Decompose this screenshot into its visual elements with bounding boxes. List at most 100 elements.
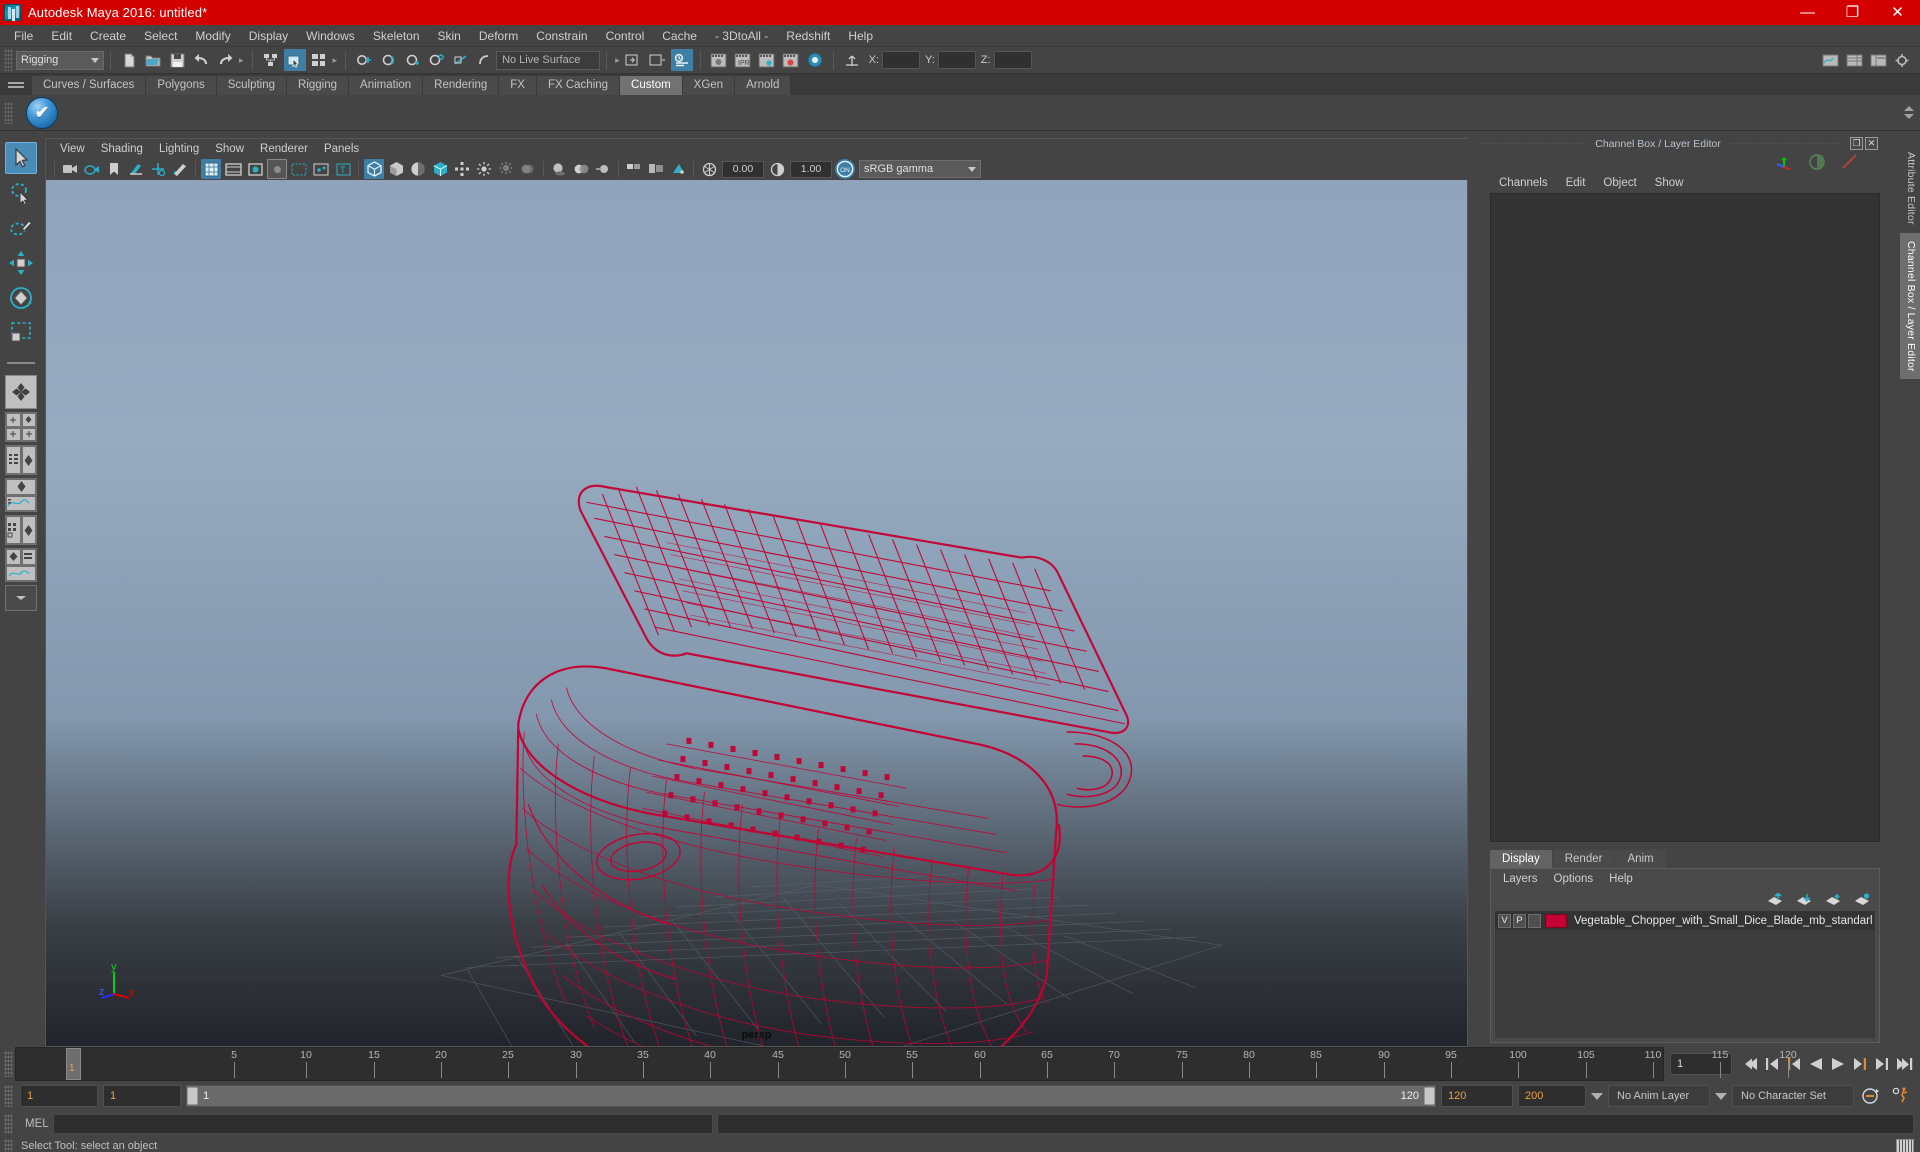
shelf-tab-custom[interactable]: Custom: [620, 76, 683, 95]
menuset-mode-selector[interactable]: Rigging: [16, 50, 104, 70]
range-slider-grip[interactable]: [4, 1085, 13, 1107]
select-by-hierarchy-icon[interactable]: [260, 49, 282, 71]
select-by-component-icon[interactable]: [308, 49, 330, 71]
redo-icon[interactable]: [214, 49, 236, 71]
statusline-grip[interactable]: [4, 49, 13, 71]
shelf-tab-xgen[interactable]: XGen: [682, 76, 736, 95]
open-scene-icon[interactable]: [142, 49, 164, 71]
menu-control[interactable]: Control: [597, 27, 654, 45]
maximize-button[interactable]: ❐: [1830, 0, 1875, 25]
channelbox-menu-show[interactable]: Show: [1646, 176, 1693, 190]
shelf-tab-curves-surfaces[interactable]: Curves / Surfaces: [32, 76, 147, 95]
attribute-editor-icon[interactable]: [670, 49, 693, 71]
toolbar-collapse-arrow[interactable]: ▸: [333, 55, 338, 66]
animation-preferences-icon[interactable]: [1888, 1087, 1912, 1105]
toolbar-collapse-arrow[interactable]: ▸: [615, 55, 620, 66]
viewport-menu-panels[interactable]: Panels: [316, 142, 367, 156]
menu-skeleton[interactable]: Skeleton: [364, 27, 429, 45]
gate-mask-icon[interactable]: [267, 159, 287, 179]
y-coord-input[interactable]: [937, 51, 976, 69]
show-hide-tool-settings-icon[interactable]: [1891, 49, 1913, 71]
layer-menu-help[interactable]: Help: [1601, 872, 1641, 886]
minimize-button[interactable]: —: [1785, 0, 1830, 25]
undo-icon[interactable]: [190, 49, 212, 71]
snap-to-grid-icon[interactable]: [353, 49, 375, 71]
outliner-persp-layout[interactable]: [5, 445, 37, 475]
camera-attributes-icon[interactable]: [82, 159, 102, 179]
use-all-lights-icon[interactable]: [518, 159, 538, 179]
motion-blur-icon[interactable]: [593, 159, 613, 179]
ipr-render-icon[interactable]: IPR: [732, 49, 754, 71]
channelbox-menu-edit[interactable]: Edit: [1557, 176, 1595, 190]
anim-layer-dropdown-arrow[interactable]: [1591, 1092, 1603, 1100]
command-language-label[interactable]: MEL: [17, 1118, 49, 1130]
wireframe-shading-icon[interactable]: [364, 159, 384, 179]
xray-icon[interactable]: [452, 159, 472, 179]
menu-create[interactable]: Create: [81, 27, 135, 45]
z-coord-input[interactable]: [993, 51, 1032, 69]
pencil-icon[interactable]: [1840, 153, 1860, 171]
layer-row[interactable]: V P Vegetable_Chopper_with_Small_Dice_Bl…: [1495, 911, 1875, 930]
scale-tool[interactable]: [5, 317, 37, 349]
layer-visibility-toggle[interactable]: V: [1498, 913, 1511, 928]
viewport-menu-renderer[interactable]: Renderer: [252, 142, 316, 156]
wireframe-on-shaded-icon[interactable]: [430, 159, 450, 179]
go-to-end-icon[interactable]: [1893, 1053, 1914, 1075]
shelf-menu-icon[interactable]: [8, 77, 24, 93]
multisample-aa-icon[interactable]: [624, 159, 644, 179]
menu-help[interactable]: Help: [839, 27, 882, 45]
four-view-layout[interactable]: [5, 412, 37, 442]
shelf-tab-rendering[interactable]: Rendering: [423, 76, 500, 95]
range-start-handle[interactable]: [187, 1087, 198, 1105]
playback-start-time-input[interactable]: 1: [103, 1085, 181, 1107]
color-management-selector[interactable]: sRGB gamma: [859, 160, 981, 178]
undock-icon[interactable]: ❐: [1850, 137, 1863, 150]
chevron-up-icon[interactable]: [1904, 106, 1914, 111]
menu-skin[interactable]: Skin: [429, 27, 470, 45]
shelf-scroll-buttons[interactable]: [1904, 106, 1920, 119]
transform-axis-icon[interactable]: [841, 49, 863, 71]
toolbar-collapse-arrow[interactable]: ▸: [239, 55, 244, 66]
move-layer-down-icon[interactable]: [1796, 893, 1813, 906]
shelf-tab-arnold[interactable]: Arnold: [735, 76, 792, 95]
safe-title-icon[interactable]: T: [333, 159, 353, 179]
show-hide-anim-editors-icon[interactable]: [1819, 49, 1841, 71]
render-current-frame-icon[interactable]: [708, 49, 730, 71]
layer-playback-toggle[interactable]: P: [1513, 913, 1526, 928]
character-set-field[interactable]: No Character Set: [1732, 1085, 1854, 1107]
sidetab-channel-box-layer-editor[interactable]: Channel Box / Layer Editor: [1900, 232, 1920, 380]
status-bar-grip[interactable]: [4, 1138, 13, 1152]
character-set-dropdown-arrow[interactable]: [1715, 1092, 1727, 1100]
shelf-tab-polygons[interactable]: Polygons: [146, 76, 217, 95]
anim-start-time-input[interactable]: 1: [20, 1085, 98, 1107]
select-camera-icon[interactable]: [60, 159, 80, 179]
step-forward-frame-icon[interactable]: [1849, 1053, 1870, 1075]
range-slider-bar[interactable]: 1 120: [186, 1085, 1436, 1107]
shelf-tab-rigging[interactable]: Rigging: [287, 76, 350, 95]
menu-redshift[interactable]: Redshift: [777, 27, 839, 45]
snap-to-curve-icon[interactable]: [377, 49, 399, 71]
film-gate-icon[interactable]: [223, 159, 243, 179]
snap-to-projected-center-icon[interactable]: [425, 49, 447, 71]
menu-constrain[interactable]: Constrain: [527, 27, 596, 45]
lasso-select-tool[interactable]: [5, 177, 37, 209]
menu-edit[interactable]: Edit: [42, 27, 81, 45]
layer-menu-options[interactable]: Options: [1546, 872, 1602, 886]
menu-file[interactable]: File: [5, 27, 42, 45]
screen-space-ao-icon[interactable]: [571, 159, 591, 179]
show-hide-attribute-editor-icon[interactable]: [1867, 49, 1889, 71]
layer-type-toggle[interactable]: [1528, 913, 1541, 928]
live-surface-field[interactable]: No Live Surface: [496, 50, 601, 70]
viewport-menu-shading[interactable]: Shading: [93, 142, 151, 156]
bookmark-icon[interactable]: [104, 159, 124, 179]
field-chart-icon[interactable]: [289, 159, 309, 179]
menu-modify[interactable]: Modify: [186, 27, 239, 45]
snap-to-point-icon[interactable]: [401, 49, 423, 71]
help-line-icon[interactable]: [1896, 1138, 1914, 1152]
open-sidebar-right-icon[interactable]: [647, 49, 669, 71]
panel-drag-dots[interactable]: [1728, 143, 1840, 144]
show-hide-channel-box-icon[interactable]: [1843, 49, 1865, 71]
shelf-tab-animation[interactable]: Animation: [349, 76, 424, 95]
menu-windows[interactable]: Windows: [297, 27, 364, 45]
channelbox-menu-object[interactable]: Object: [1594, 176, 1645, 190]
